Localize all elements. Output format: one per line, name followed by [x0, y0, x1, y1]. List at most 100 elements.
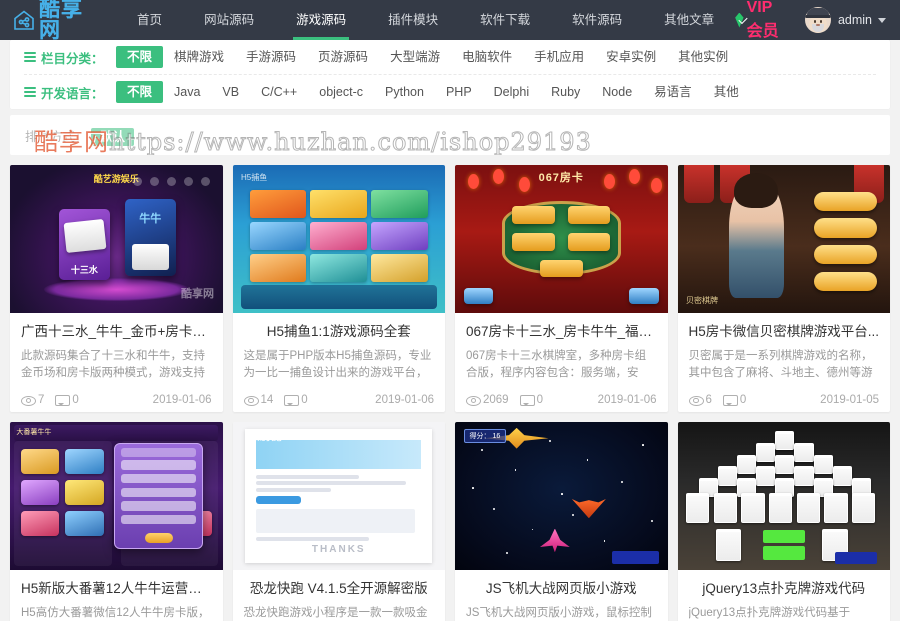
card-title[interactable]: H5新版大番薯12人牛牛运营级...: [21, 579, 212, 599]
filter-chip-language-java[interactable]: Java: [163, 81, 211, 103]
comment-count: 0: [55, 393, 78, 406]
house-share-icon: [12, 8, 36, 32]
filter-chip-category-duanyou[interactable]: 大型端游: [379, 46, 451, 68]
thumb-jquery-13-poker[interactable]: 13点扑克牌: [678, 422, 891, 570]
filter-chip-category-qipai[interactable]: 棋牌游戏: [163, 46, 235, 68]
filter-chip-language-other[interactable]: 其他: [703, 81, 750, 103]
nav-item-home[interactable]: 首页: [116, 0, 183, 40]
header-right-group: VIP会员 admin: [735, 0, 900, 41]
thumb-title-text: H5捕鱼: [241, 172, 267, 183]
filter-chip-language-c[interactable]: C/C++: [250, 81, 308, 103]
filter-chip-language-objectc[interactable]: object-c: [308, 81, 374, 103]
eye-icon: [21, 393, 34, 406]
filter-chip-language-python[interactable]: Python: [374, 81, 435, 103]
filter-section: 栏目分类： 不限 棋牌游戏 手游源码 页游源码 大型端游 电脑软件 手机应用 安…: [0, 40, 900, 109]
site-header: 酷享网 首页 网站源码 游戏源码 插件模块 软件下载 软件源码 其他文章 VIP…: [0, 0, 900, 40]
sort-row-obscured: 排序方式： 默认 酷享网https://www.huzhan.com/ishop…: [10, 115, 890, 155]
filter-chip-language-delphi[interactable]: Delphi: [483, 81, 540, 103]
nav-item-plugin-module[interactable]: 插件模块: [367, 0, 459, 40]
comment-count-value: 0: [537, 394, 543, 406]
card-title[interactable]: JS飞机大战网页版小游戏: [466, 579, 657, 599]
card-body: jQuery13点扑克牌游戏代码 jQuery13点扑克牌游戏代码基于jquer…: [678, 570, 891, 621]
source-card[interactable]: H5捕鱼 H5捕鱼1:1游戏源码全套 这是属于PHP版本H5捕鱼源码，专业为一比…: [233, 165, 446, 412]
source-card[interactable]: THANKS 恐龙快跑 恐龙快跑 V4.1.5全开源解密版 恐龙快跑游戏小程序是…: [233, 422, 446, 621]
eye-icon: [466, 393, 479, 406]
admin-username[interactable]: admin: [838, 13, 872, 27]
filter-label-language: 开发语言：: [24, 83, 116, 102]
comment-icon: [55, 393, 68, 406]
vip-member-link[interactable]: VIP会员: [735, 0, 779, 41]
source-card[interactable]: 得分： 16 JS飞机大战网页版小游戏 JS飞机大战网页版小游戏，鼠标控制飞机攻…: [455, 422, 668, 621]
filter-chip-category-mobile-app[interactable]: 手机应用: [523, 46, 595, 68]
card-title[interactable]: 067房卡十三水_房卡牛牛_福州...: [466, 322, 657, 342]
card-body: H5新版大番薯12人牛牛运营级... H5高仿大番薯微信12人牛牛房卡版，这是1…: [10, 570, 223, 621]
avatar[interactable]: [805, 7, 831, 33]
filter-chip-category-pc-software[interactable]: 电脑软件: [451, 46, 523, 68]
thumb-dafanshu-niuniu[interactable]: 大番薯牛牛: [10, 422, 223, 570]
card-title[interactable]: 恐龙快跑 V4.1.5全开源解密版: [244, 579, 435, 599]
nav-item-software-download[interactable]: 软件下载: [459, 0, 551, 40]
card-title[interactable]: jQuery13点扑克牌游戏代码: [689, 579, 880, 599]
comment-count: 0: [284, 393, 307, 406]
nav-item-other-articles[interactable]: 其他文章: [643, 0, 735, 40]
filter-chip-category-other-demo[interactable]: 其他实例: [667, 46, 739, 68]
thumb-067-fangka[interactable]: 067房卡: [455, 165, 668, 313]
nav-item-game-source[interactable]: 游戏源码: [275, 0, 367, 40]
chevron-down-icon[interactable]: [878, 18, 886, 23]
card-body: 恐龙快跑 V4.1.5全开源解密版 恐龙快跑游戏小程序是一款一款吸金的小程序，让…: [233, 570, 446, 621]
filter-chip-language-vb[interactable]: VB: [211, 81, 250, 103]
publish-date: 2019-01-06: [153, 394, 212, 406]
thumb-card-a-label: 十三水: [59, 263, 110, 276]
card-description: 067房卡十三水棋牌室，多种房卡组合版，程序内容包含：服务端，安卓、苹果客户端，…: [466, 348, 657, 382]
list-lines-icon: [24, 85, 36, 99]
source-card[interactable]: 贝密棋牌 H5房卡微信贝密棋牌游戏平台... 贝密属于是一系列棋牌游戏的名称，其…: [678, 165, 891, 412]
view-count: 7: [21, 393, 44, 406]
thumb-card-b-label: 牛牛: [125, 210, 176, 226]
card-title[interactable]: H5房卡微信贝密棋牌游戏平台...: [689, 322, 880, 342]
thumb-js-feiji-dazhan[interactable]: 得分： 16: [455, 422, 668, 570]
card-description: jQuery13点扑克牌游戏代码基于jquery.1.11.3.min.js制作…: [689, 605, 880, 621]
filter-options-language: 不限 Java VB C/C++ object-c Python PHP Del…: [116, 81, 750, 103]
filter-chip-category-yeyou[interactable]: 页游源码: [307, 46, 379, 68]
source-card[interactable]: 067房卡 067房卡十三水_房卡牛牛_福州... 067房卡十三水棋牌室，多种…: [455, 165, 668, 412]
source-card-grid: 酷艺游娱乐 十三水 牛牛 酷享网 广西十三水_牛牛_金币+房卡双... 此款源码…: [0, 155, 900, 621]
card-title[interactable]: H5捕鱼1:1游戏源码全套: [244, 322, 435, 342]
filter-panel: 栏目分类： 不限 棋牌游戏 手游源码 页游源码 大型端游 电脑软件 手机应用 安…: [10, 40, 890, 109]
view-count-value: 7: [38, 394, 44, 406]
filter-options-category: 不限 棋牌游戏 手游源码 页游源码 大型端游 电脑软件 手机应用 安卓实例 其他…: [116, 46, 739, 68]
card-meta: 6 0 2019-01-05: [689, 390, 880, 406]
thumb-h5-beimi[interactable]: 贝密棋牌: [678, 165, 891, 313]
thumb-guangxi-shisanshui[interactable]: 酷艺游娱乐 十三水 牛牛 酷享网: [10, 165, 223, 313]
card-body: H5房卡微信贝密棋牌游戏平台... 贝密属于是一系列棋牌游戏的名称，其中包含了麻…: [678, 313, 891, 412]
filter-chip-language-all[interactable]: 不限: [116, 81, 163, 103]
nav-item-software-source[interactable]: 软件源码: [551, 0, 643, 40]
filter-chip-language-ruby[interactable]: Ruby: [540, 81, 591, 103]
vip-label: VIP会员: [747, 0, 779, 41]
thumb-title-text: 贝密棋牌: [686, 295, 718, 306]
nav-item-website-source[interactable]: 网站源码: [183, 0, 275, 40]
card-body: H5捕鱼1:1游戏源码全套 这是属于PHP版本H5捕鱼源码，专业为一比一捕鱼设计…: [233, 313, 446, 412]
view-count: 14: [244, 393, 274, 406]
filter-chip-language-node[interactable]: Node: [591, 81, 643, 103]
card-description: 恐龙快跑游戏小程序是一款一款吸金的小程序，让你获得流量+金钱的双重收益，独创金币…: [244, 605, 435, 621]
card-title[interactable]: 广西十三水_牛牛_金币+房卡双...: [21, 322, 212, 342]
filter-chip-category-all[interactable]: 不限: [116, 46, 163, 68]
thumb-konglong-kuaipao[interactable]: THANKS 恐龙快跑: [233, 422, 446, 570]
source-card[interactable]: 13点扑克牌 jQuery13点扑克牌游戏代码 jQuery13点扑克牌游戏代码…: [678, 422, 891, 621]
thumb-footer-text: THANKS: [312, 544, 366, 555]
site-logo[interactable]: 酷享网: [0, 0, 104, 41]
filter-row-category: 栏目分类： 不限 棋牌游戏 手游源码 页游源码 大型端游 电脑软件 手机应用 安…: [24, 40, 876, 75]
comment-count: 0: [723, 393, 746, 406]
card-body: JS飞机大战网页版小游戏 JS飞机大战网页版小游戏，鼠标控制飞机攻击敌人。飞机大…: [455, 570, 668, 621]
source-card[interactable]: 酷艺游娱乐 十三水 牛牛 酷享网 广西十三水_牛牛_金币+房卡双... 此款源码…: [10, 165, 223, 412]
filter-chip-language-yiyuyan[interactable]: 易语言: [643, 81, 703, 103]
filter-chip-category-shouyou[interactable]: 手游源码: [235, 46, 307, 68]
eye-icon: [689, 393, 702, 406]
source-card[interactable]: 大番薯牛牛 H5新版大番薯12人牛牛运营级... H5高仿大番薯微信12人牛牛房…: [10, 422, 223, 621]
view-count-value: 14: [261, 394, 274, 406]
filter-chip-category-android-demo[interactable]: 安卓实例: [595, 46, 667, 68]
filter-label-language-text: 开发语言：: [41, 83, 104, 102]
filter-chip-language-php[interactable]: PHP: [435, 81, 483, 103]
filter-label-category: 栏目分类：: [24, 48, 116, 67]
thumb-h5-buyu[interactable]: H5捕鱼: [233, 165, 446, 313]
